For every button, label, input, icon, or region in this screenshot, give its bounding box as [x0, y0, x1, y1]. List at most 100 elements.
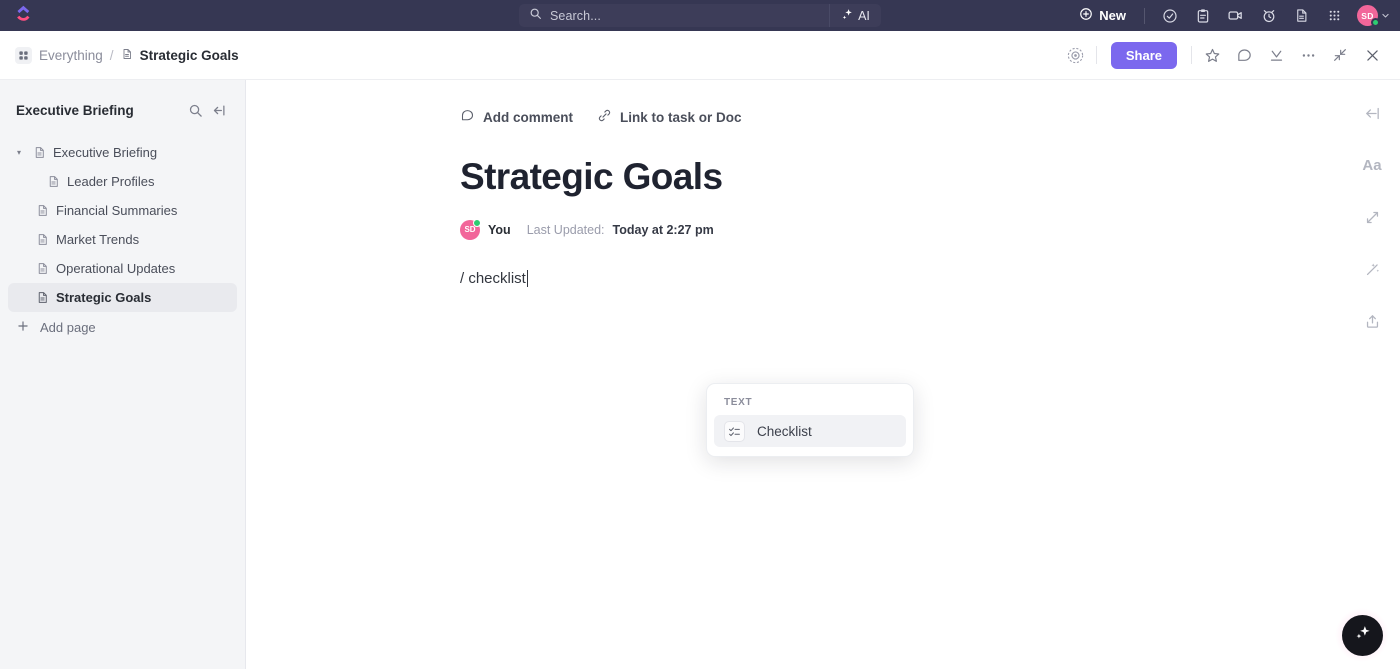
document-icon: [36, 262, 49, 275]
document-icon: [36, 233, 49, 246]
share-button[interactable]: Share: [1110, 41, 1177, 69]
new-button-label: New: [1099, 8, 1126, 23]
top-bar-actions: New SD: [1069, 0, 1390, 31]
slash-menu-item-checklist[interactable]: Checklist: [714, 415, 906, 447]
sidebar-title: Executive Briefing: [16, 102, 134, 118]
document-inline-actions: Add comment Link to task or Doc: [460, 108, 1400, 126]
sidebar-item-leader-profiles[interactable]: Leader Profiles: [8, 167, 237, 196]
document-icon: [121, 48, 133, 63]
apps-grid-icon[interactable]: [15, 46, 32, 64]
upload-share-icon[interactable]: [1357, 306, 1387, 336]
sidebar-header: Executive Briefing: [0, 90, 245, 130]
sidebar-item-executive-briefing[interactable]: ▾ Executive Briefing: [8, 138, 237, 167]
alarm-clock-icon[interactable]: [1252, 0, 1285, 31]
divider: [1191, 46, 1192, 64]
breadcrumb: Everything / Strategic Goals: [0, 46, 239, 64]
status-online-dot: [473, 218, 481, 227]
document-content: Add comment Link to task or Doc Strategi…: [246, 80, 1400, 287]
avatar[interactable]: SD: [460, 218, 481, 240]
document-icon: [47, 175, 60, 188]
last-updated-label: Last Updated:: [526, 222, 605, 237]
sidebar-item-label: Leader Profiles: [67, 174, 155, 189]
comment-icon[interactable]: [1228, 39, 1260, 71]
link-icon: [597, 108, 612, 126]
collapse-diagonal-icon[interactable]: [1324, 39, 1356, 71]
video-camera-icon[interactable]: [1219, 0, 1252, 31]
document-canvas: Add comment Link to task or Doc Strategi…: [246, 80, 1400, 669]
last-updated-value: Today at 2:27 pm: [612, 222, 714, 237]
slash-command-text: / checklist: [460, 269, 526, 287]
magic-wand-icon[interactable]: [1357, 254, 1387, 284]
sparkle-icon: [841, 8, 854, 24]
user-menu[interactable]: SD: [1357, 5, 1390, 27]
search-input[interactable]: Search...: [519, 4, 829, 27]
ellipsis-icon[interactable]: [1292, 39, 1324, 71]
document-meta: SD You Last Updated: Today at 2:27 pm: [460, 218, 1400, 240]
divider: [1144, 7, 1145, 24]
document-toolbar: Share: [1060, 39, 1388, 71]
relationship-icon[interactable]: [1357, 202, 1387, 232]
add-comment-button[interactable]: Add comment: [460, 108, 573, 126]
add-page-button[interactable]: Add page: [8, 312, 237, 342]
privacy-eye-icon[interactable]: [1060, 39, 1092, 71]
clickup-logo-icon: [15, 5, 32, 27]
page-tree: ▾ Executive Briefing Leader Profiles Fin…: [0, 138, 245, 342]
editor-line[interactable]: / checklist: [460, 269, 1400, 287]
download-icon[interactable]: [1260, 39, 1292, 71]
check-circle-icon[interactable]: [1153, 0, 1186, 31]
breadcrumb-root[interactable]: Everything: [39, 48, 103, 63]
sidebar-item-label: Financial Summaries: [56, 203, 178, 218]
divider: [1095, 46, 1097, 64]
status-online-dot: [1371, 18, 1380, 27]
plus-circle-icon: [1079, 7, 1093, 24]
right-rail: Aa: [1344, 80, 1400, 669]
checklist-icon: [724, 420, 745, 442]
ai-button[interactable]: AI: [829, 4, 881, 27]
apps-grid-icon[interactable]: [1318, 0, 1351, 31]
app-body: Executive Briefing ▾ Executive Briefing …: [0, 80, 1400, 669]
page-title[interactable]: Strategic Goals: [460, 156, 1400, 198]
document-icon[interactable]: [1285, 0, 1318, 31]
add-comment-label: Add comment: [483, 109, 574, 125]
font-size-icon[interactable]: Aa: [1357, 150, 1387, 180]
clickup-docs-app: Search... AI New SD Everything / Strateg…: [0, 0, 1400, 669]
star-icon[interactable]: [1196, 39, 1228, 71]
close-icon[interactable]: [1356, 39, 1388, 71]
document-icon: [33, 146, 46, 159]
link-to-task-button[interactable]: Link to task or Doc: [597, 108, 742, 126]
ai-label: AI: [858, 8, 870, 23]
slash-command-menu[interactable]: TEXT Checklist: [706, 383, 914, 457]
text-cursor: [526, 269, 529, 287]
sidebar-item-operational-updates[interactable]: Operational Updates: [8, 254, 237, 283]
search-icon: [529, 7, 542, 25]
search-placeholder: Search...: [550, 8, 601, 23]
sidebar-item-market-trends[interactable]: Market Trends: [8, 225, 237, 254]
chevron-down-icon[interactable]: ▾: [12, 148, 26, 157]
global-search[interactable]: Search... AI: [519, 4, 881, 27]
search-icon[interactable]: [183, 98, 207, 122]
add-page-label: Add page: [40, 319, 96, 335]
clickup-logo-button[interactable]: [0, 5, 46, 27]
new-button[interactable]: New: [1069, 7, 1136, 24]
doc-sidebar: Executive Briefing ▾ Executive Briefing …: [0, 80, 246, 669]
slash-menu-category: TEXT: [724, 397, 753, 408]
document-icon: [36, 291, 49, 304]
sidebar-item-strategic-goals[interactable]: Strategic Goals: [8, 283, 237, 312]
fab-circle[interactable]: [1341, 614, 1383, 656]
chevron-down-icon: [1381, 7, 1390, 25]
avatar-initials: SD: [464, 225, 476, 235]
slash-menu-item-label: Checklist: [757, 423, 812, 439]
breadcrumb-toolbar: Everything / Strategic Goals Share: [0, 31, 1400, 80]
collapse-left-icon[interactable]: [1357, 98, 1387, 128]
avatar[interactable]: SD: [1357, 5, 1380, 27]
plus-icon: [16, 319, 30, 336]
ai-assistant-fab[interactable]: [1334, 607, 1390, 663]
sidebar-item-label: Strategic Goals: [56, 290, 152, 305]
top-navigation-bar: Search... AI New SD: [0, 0, 1400, 31]
sidebar-item-financial-summaries[interactable]: Financial Summaries: [8, 196, 237, 225]
author-label: You: [488, 222, 511, 237]
font-size-label: Aa: [1362, 156, 1382, 174]
collapse-sidebar-icon[interactable]: [207, 98, 231, 122]
clipboard-icon[interactable]: [1186, 0, 1219, 31]
sidebar-item-label: Market Trends: [56, 232, 140, 247]
